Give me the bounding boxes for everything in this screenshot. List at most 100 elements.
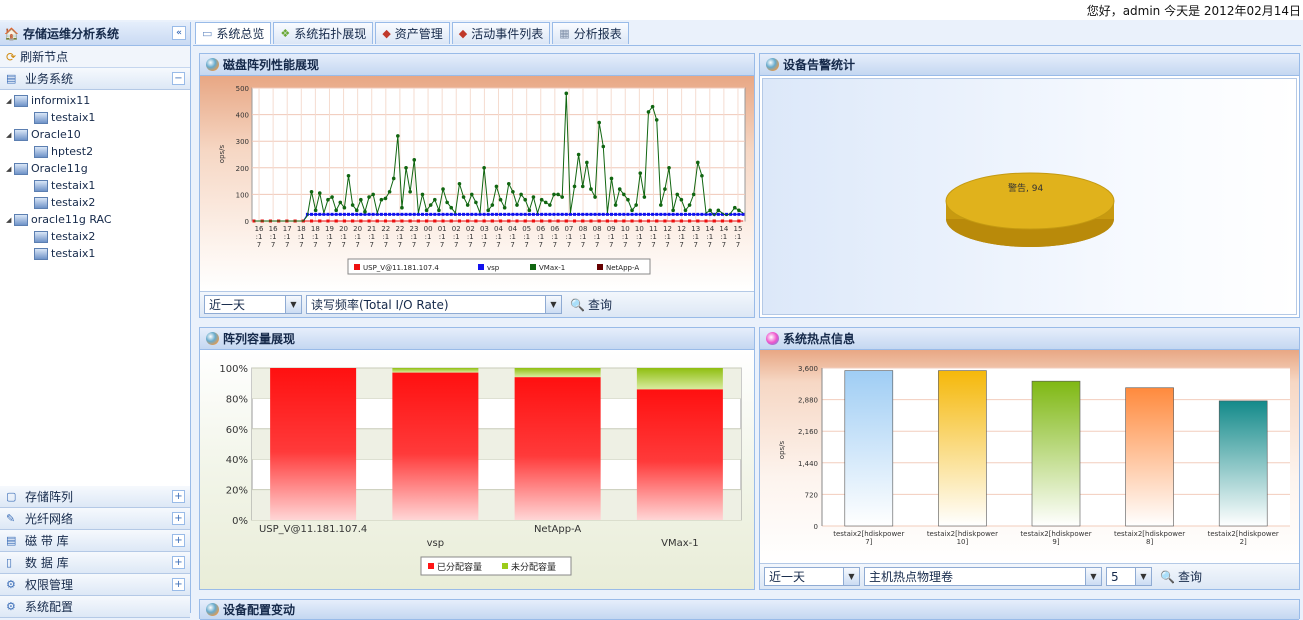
accordion-database[interactable]: ▯ 数 据 库 + bbox=[0, 552, 190, 574]
data-point bbox=[425, 219, 429, 223]
expand-arrow-icon[interactable]: ◢ bbox=[6, 131, 14, 139]
data-point bbox=[659, 203, 663, 207]
x-tick-label: 8] bbox=[1146, 538, 1153, 546]
x-tick-label: 7 bbox=[482, 241, 486, 249]
hot-count-select[interactable]: 5 ▼ bbox=[1106, 567, 1152, 586]
x-tick-label: 13 bbox=[691, 225, 700, 233]
y-tick-label: 2,880 bbox=[798, 397, 818, 405]
legend-swatch bbox=[530, 264, 536, 270]
hot-object-select[interactable]: 主机热点物理卷 ▼ bbox=[864, 567, 1102, 586]
expand-icon[interactable]: + bbox=[172, 512, 185, 525]
expand-arrow-icon[interactable]: ◢ bbox=[6, 165, 14, 173]
accordion-array[interactable]: ▢ 存储阵列 + bbox=[0, 486, 190, 508]
refresh-icon: ⟳ bbox=[6, 49, 17, 64]
data-point bbox=[646, 219, 650, 223]
data-point bbox=[552, 192, 556, 197]
bar-allocated bbox=[636, 389, 723, 520]
hot-period-select[interactable]: 近一天 ▼ bbox=[764, 567, 860, 586]
metric-select[interactable]: 读写频率(Total I/O Rate) ▼ bbox=[306, 295, 562, 314]
tab-overview[interactable]: ▭ 系统总览 bbox=[195, 22, 272, 44]
legend-swatch bbox=[428, 563, 434, 569]
x-tick-label: 7 bbox=[708, 241, 712, 249]
capacity-stacked-bar-chart: 0% 20% 40% 60% 80% 100% USP_V@11.181.107.4vsp N… bbox=[219, 364, 742, 576]
expand-arrow-icon[interactable]: ◢ bbox=[6, 97, 14, 105]
tree-leaf[interactable]: testaix1 bbox=[0, 109, 190, 126]
collapse-sidebar-button[interactable]: « bbox=[172, 26, 186, 40]
data-point bbox=[646, 212, 650, 216]
tab-label: 系统拓扑展现 bbox=[294, 27, 367, 41]
business-tree: ◢ informix11 testaix1 ◢ Oracle10 hptest2 ◢ Orac… bbox=[0, 90, 190, 486]
x-tick-label: 7 bbox=[271, 241, 275, 249]
data-point bbox=[309, 189, 314, 194]
legend-label: NetApp-A bbox=[606, 264, 639, 272]
tab-event[interactable]: ◆ 活动事件列表 bbox=[451, 22, 551, 44]
expand-icon[interactable]: + bbox=[172, 556, 185, 569]
data-point bbox=[400, 212, 404, 216]
data-point bbox=[655, 219, 659, 223]
collapse-icon[interactable]: − bbox=[172, 72, 185, 85]
x-tick-label: 7 bbox=[567, 241, 571, 249]
expand-icon[interactable]: + bbox=[172, 534, 185, 547]
data-point bbox=[577, 212, 581, 216]
tab-topology[interactable]: ❖ 系统拓扑展现 bbox=[273, 22, 374, 44]
tab-report[interactable]: ▦ 分析报表 bbox=[552, 22, 629, 44]
data-point bbox=[314, 212, 318, 216]
hot-query-label: 查询 bbox=[1177, 570, 1202, 584]
data-point bbox=[383, 196, 388, 201]
tree-leaf[interactable]: testaix2 bbox=[0, 228, 190, 245]
y-tick-label: 720 bbox=[805, 491, 818, 499]
x-tick-label: 21 bbox=[367, 225, 376, 233]
tree-leaf[interactable]: hptest2 bbox=[0, 143, 190, 160]
data-point bbox=[552, 212, 556, 216]
tree-node[interactable]: ◢ Oracle11g bbox=[0, 160, 190, 177]
tree-node[interactable]: ◢ informix11 bbox=[0, 92, 190, 109]
data-point bbox=[346, 173, 351, 178]
accordion-fiber[interactable]: ✎ 光纤网络 + bbox=[0, 508, 190, 530]
period-select[interactable]: 近一天 ▼ bbox=[204, 295, 302, 314]
search-icon: 🔍 bbox=[570, 297, 585, 312]
data-point bbox=[605, 212, 609, 216]
hot-query-button[interactable]: 🔍 查询 bbox=[1156, 568, 1206, 585]
data-point bbox=[416, 212, 420, 216]
accordion-system-config[interactable]: ⚙ 系统配置 bbox=[0, 596, 190, 618]
tab-label: 系统总览 bbox=[216, 27, 265, 41]
x-tick-label: 19 bbox=[325, 225, 334, 233]
server-icon bbox=[14, 213, 28, 226]
accordion-tape[interactable]: ▤ 磁 带 库 + bbox=[0, 530, 190, 552]
data-point bbox=[548, 203, 552, 207]
tree-node-label: Oracle11g bbox=[31, 162, 88, 175]
tree-leaf[interactable]: testaix1 bbox=[0, 245, 190, 262]
data-point bbox=[408, 212, 412, 216]
accordion-business-systems[interactable]: ▤ 业务系统 − bbox=[0, 68, 190, 90]
data-point bbox=[564, 212, 568, 216]
panel-header: 设备配置变动 bbox=[200, 600, 1299, 620]
x-tick-label: 7 bbox=[609, 241, 613, 249]
data-point bbox=[654, 118, 659, 122]
expand-icon[interactable]: + bbox=[172, 578, 185, 591]
hotspot-toolbar: 近一天 ▼ 主机热点物理卷 ▼ 5 ▼ 🔍 查询 bbox=[760, 563, 1299, 589]
data-point bbox=[630, 219, 634, 223]
accordion-permission[interactable]: ⚙ 权限管理 + bbox=[0, 574, 190, 596]
data-point bbox=[679, 219, 683, 223]
panel-header: 阵列容量展现 bbox=[200, 328, 754, 350]
x-tick-label: :1 bbox=[368, 233, 375, 241]
data-point bbox=[614, 212, 618, 216]
tree-node[interactable]: ◢ Oracle10 bbox=[0, 126, 190, 143]
data-point bbox=[531, 212, 535, 216]
refresh-nodes-button[interactable]: ⟳ 刷新节点 bbox=[0, 46, 190, 68]
tree-leaf[interactable]: testaix1 bbox=[0, 177, 190, 194]
data-point bbox=[741, 212, 745, 216]
data-point bbox=[437, 212, 441, 216]
host-icon bbox=[34, 111, 48, 124]
x-tick-label: 10 bbox=[635, 225, 644, 233]
expand-arrow-icon[interactable]: ◢ bbox=[6, 216, 14, 224]
x-tick-label: 7 bbox=[496, 241, 500, 249]
query-button[interactable]: 🔍 查询 bbox=[566, 296, 616, 313]
y-tick-label: 40% bbox=[226, 455, 248, 466]
data-point bbox=[466, 219, 470, 223]
tree-node[interactable]: ◢ oracle11g RAC bbox=[0, 211, 190, 228]
data-point bbox=[342, 212, 346, 216]
tree-leaf[interactable]: testaix2 bbox=[0, 194, 190, 211]
tab-asset[interactable]: ◆ 资产管理 bbox=[375, 22, 450, 44]
expand-icon[interactable]: + bbox=[172, 490, 185, 503]
